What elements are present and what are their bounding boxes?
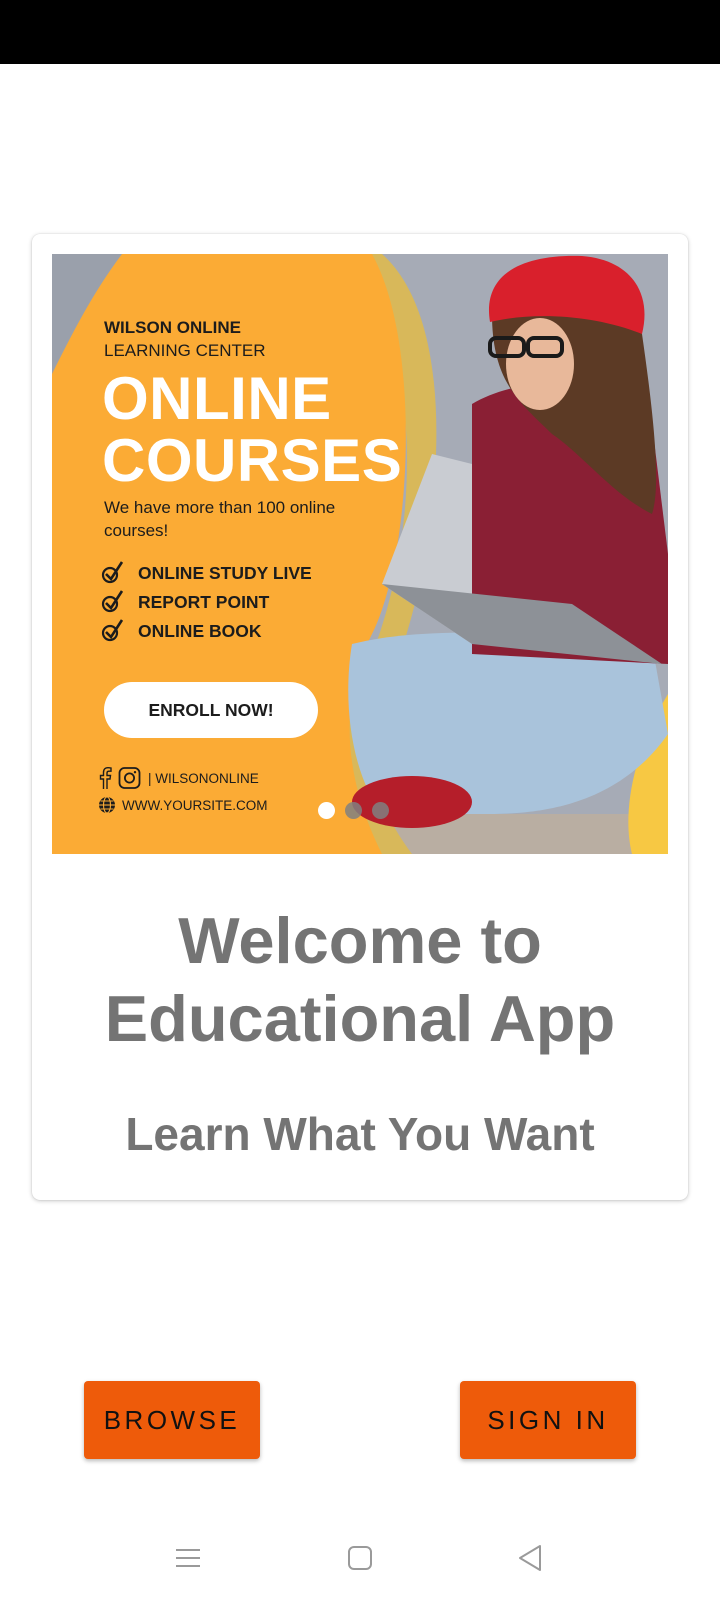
menu-icon	[176, 1549, 200, 1567]
banner-headline: ONLINE COURSES	[102, 368, 402, 492]
browse-button[interactable]: BROWSE	[84, 1381, 260, 1459]
tagline: Learn What You Want	[125, 1108, 595, 1160]
home-icon	[348, 1546, 372, 1570]
check-icon	[101, 590, 124, 613]
welcome-title: Welcome to Educational App	[32, 902, 688, 1058]
promo-banner-carousel[interactable]: WILSON ONLINE LEARNING CENTER ONLINE COU…	[52, 254, 668, 854]
website-row: WWW.YOURSITE.COM	[98, 794, 268, 816]
check-icon	[101, 561, 124, 584]
enroll-now-button[interactable]: ENROLL NOW!	[104, 682, 318, 738]
banner-subcopy: We have more than 100 online courses!	[104, 498, 336, 540]
feature-label: REPORT POINT	[138, 591, 270, 612]
feature-item: ONLINE STUDY LIVE	[100, 560, 312, 586]
status-bar	[0, 0, 720, 64]
brand-name: WILSON ONLINE	[104, 318, 241, 337]
feature-label: ONLINE BOOK	[138, 620, 262, 641]
carousel-dot-2[interactable]	[345, 802, 362, 819]
social-row: | WILSONONLINE	[98, 766, 259, 790]
carousel-dot-1[interactable]	[318, 802, 335, 819]
instagram-icon[interactable]	[118, 767, 142, 789]
feature-label: ONLINE STUDY LIVE	[138, 562, 312, 583]
back-icon	[519, 1545, 541, 1571]
facebook-icon[interactable]	[98, 767, 112, 789]
check-icon	[101, 619, 124, 642]
carousel-dot-3[interactable]	[372, 802, 389, 819]
welcome-title-line-1: Welcome to	[178, 904, 542, 977]
back-button[interactable]	[510, 1538, 550, 1578]
social-handle: | WILSONONLINE	[148, 770, 259, 786]
welcome-card: WILSON ONLINE LEARNING CENTER ONLINE COU…	[32, 234, 688, 1200]
menu-button[interactable]	[168, 1538, 208, 1578]
globe-icon	[99, 796, 115, 814]
sign-in-button[interactable]: SIGN IN	[460, 1381, 636, 1459]
carousel-indicator	[318, 802, 389, 819]
system-navigation-bar	[0, 1512, 720, 1600]
home-button[interactable]	[340, 1538, 380, 1578]
feature-item: ONLINE BOOK	[100, 618, 261, 644]
headline-line-1: ONLINE	[102, 365, 332, 432]
welcome-title-line-2: Educational App	[104, 982, 616, 1055]
feature-item: REPORT POINT	[100, 589, 269, 615]
headline-line-2: COURSES	[102, 427, 403, 494]
brand-subtitle: LEARNING CENTER	[104, 341, 266, 360]
website-url: WWW.YOURSITE.COM	[122, 797, 268, 813]
